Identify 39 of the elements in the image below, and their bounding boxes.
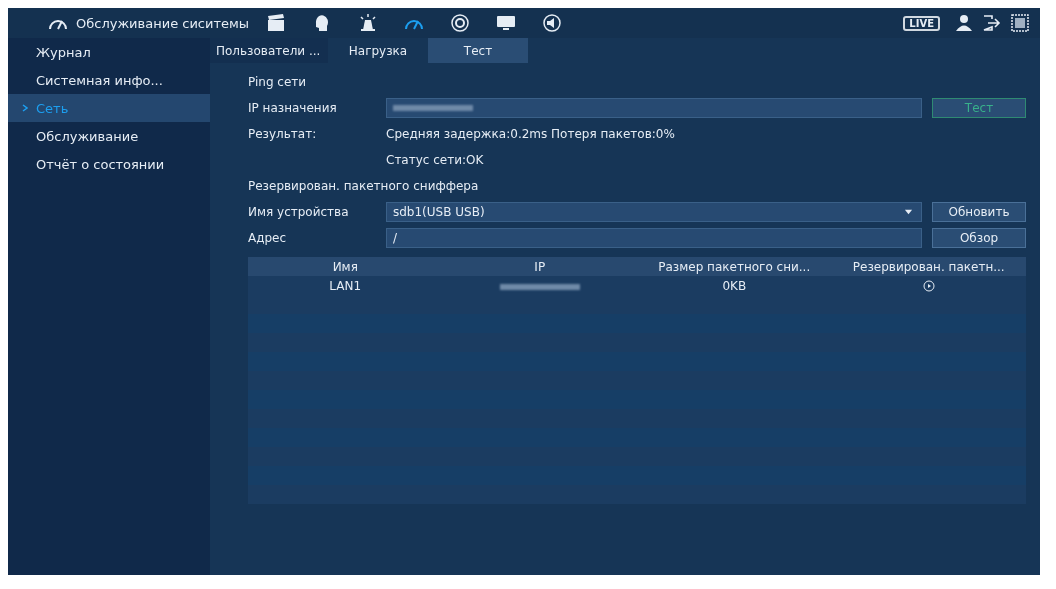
sidebar-item[interactable]: Отчёт о состоянии	[8, 150, 210, 178]
column-header: Размер пакетного сни...	[657, 259, 812, 274]
column-header: Имя	[331, 259, 359, 274]
page-title: Обслуживание сиситемы	[76, 15, 251, 31]
tab[interactable]: Пользователи ...	[210, 38, 328, 63]
monitor-icon[interactable]	[496, 14, 516, 32]
caret-icon	[904, 208, 913, 216]
ip-input-field[interactable]	[386, 98, 922, 118]
play-icon[interactable]	[922, 279, 935, 292]
column-header: Резервирован. пакетн...	[851, 259, 1006, 274]
address-input-field[interactable]: /	[386, 228, 922, 248]
field-label: Имя устройства	[248, 205, 350, 219]
result-text: Средняя задержка:0.2ms Потеря пакетов:0%	[386, 127, 675, 141]
section-heading: Резервирован. пакетного сниффера	[248, 179, 479, 193]
clapper-icon[interactable]	[266, 14, 286, 32]
live-button[interactable]: LIVE	[903, 15, 940, 31]
user-icon[interactable]	[954, 14, 974, 32]
table-cell-text: 0KB	[721, 278, 748, 293]
column-header: IP	[533, 259, 547, 274]
sync-icon[interactable]	[450, 14, 470, 32]
chevron-icon	[22, 104, 28, 112]
table-cell-text: LAN1	[328, 278, 363, 293]
field-label: Результат:	[248, 127, 318, 141]
tab[interactable]: Тест	[428, 38, 528, 63]
logout-icon[interactable]	[982, 14, 1002, 32]
sidebar-item[interactable]: Обслуживание	[8, 122, 210, 150]
section-heading: Ping сети	[248, 75, 308, 89]
device-dropdown[interactable]: sdb1(USB USB)	[386, 202, 922, 222]
field-label: IP назначения	[248, 101, 338, 115]
qr-code-icon[interactable]	[1010, 14, 1030, 32]
sidebar-item[interactable]: Системная инфо...	[8, 66, 210, 94]
field-label: Адрес	[248, 231, 288, 245]
dropdown-value: sdb1(USB USB)	[393, 205, 485, 219]
speaker-icon[interactable]	[542, 14, 562, 32]
status-text: Статус сети:OK	[386, 153, 484, 167]
browse-button[interactable]: Обзор	[932, 228, 1026, 248]
refresh-button[interactable]: Обновить	[932, 202, 1026, 222]
alarm-light-icon[interactable]	[358, 14, 378, 32]
sidebar-item[interactable]: Журнал	[8, 38, 210, 66]
